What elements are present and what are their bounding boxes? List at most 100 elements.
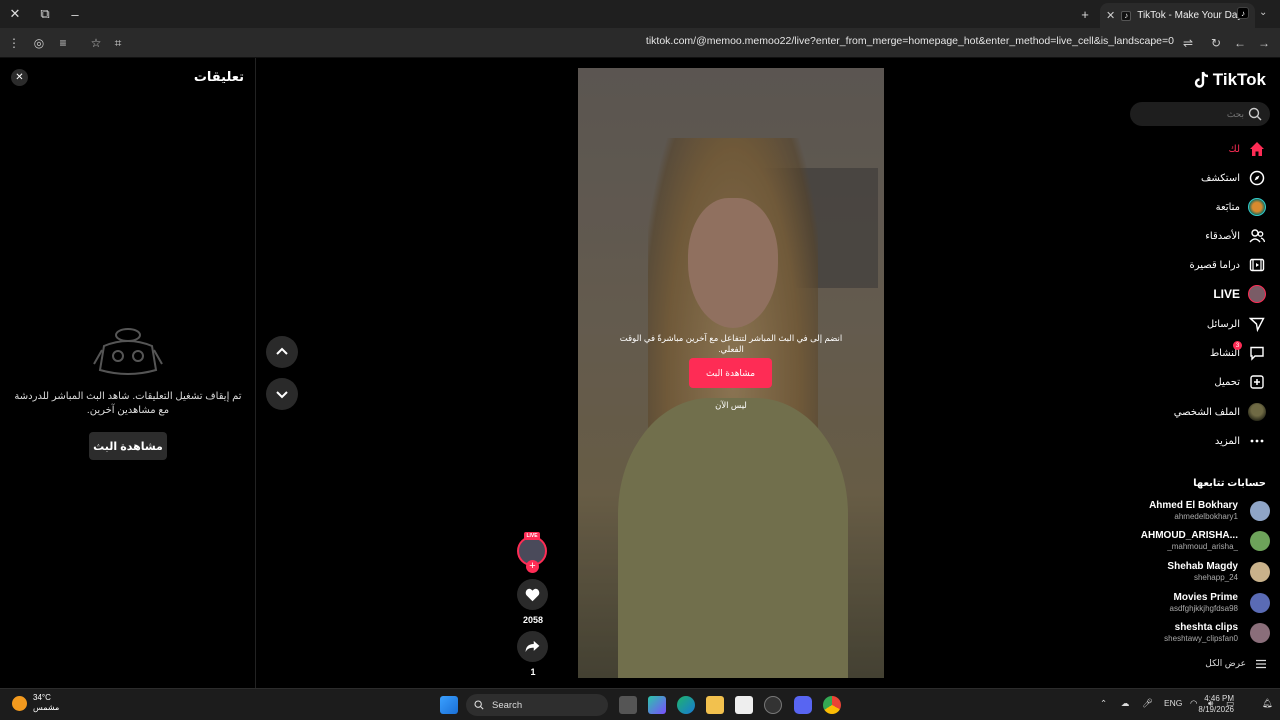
chevron-down-icon [276,391,288,399]
account-avatar [1250,501,1270,521]
like-button[interactable] [517,579,548,610]
messages-icon [1248,315,1266,333]
app-icon[interactable] [764,696,782,714]
account-avatar [1250,623,1270,643]
account-handle: asdfghjkkjhgfdsa98 [1169,604,1239,613]
share-button[interactable] [517,631,548,662]
nav-short-drama[interactable]: دراما قصيرة [1190,255,1266,275]
previous-video-button[interactable] [266,336,298,368]
translate-icon[interactable]: ⌗ [110,35,126,51]
nav-profile[interactable]: الملف الشخصي [1174,402,1266,422]
nav-live[interactable]: LIVE [1213,284,1266,304]
new-tab-icon[interactable]: + [1076,5,1094,23]
following-account[interactable]: AHMOUD_ARISHA... _mahmoud_arisha_ [1125,528,1270,556]
tiktok-logo[interactable]: TikTok [1194,70,1266,90]
nav-messages[interactable]: الرسائل [1207,314,1266,334]
see-all-link[interactable]: عرض الكل [1205,658,1266,669]
back-icon[interactable]: → [1256,35,1272,51]
close-window-icon[interactable]: ✕ [6,5,24,23]
activity-icon [1248,344,1266,362]
weather-widget[interactable]: 34°C مشمس [12,693,59,713]
nav-friends[interactable]: الأصدقاء [1205,226,1266,246]
share-count: 1 [530,667,536,677]
nav-label: تحميل [1214,376,1240,388]
nav-label: دراما قصيرة [1189,259,1240,271]
tab-search-chevron-icon[interactable]: ⌄ [1259,7,1267,18]
following-account[interactable]: Ahmed El Bokhary ahmedelbokhary1 [1125,498,1270,526]
nav-label: لك [1228,143,1240,155]
discord-icon[interactable] [794,696,812,714]
minimize-window-icon[interactable]: – [66,5,84,23]
live-icon [1248,285,1266,303]
file-explorer-icon[interactable] [706,696,724,714]
more-icon [1248,432,1266,450]
compass-icon [1248,169,1266,187]
following-account[interactable]: Shehab Magdy shehapp_24 [1125,559,1270,587]
watch-live-button[interactable]: مشاهدة البث [89,432,167,460]
tray-chevron-icon[interactable]: ⌃ [1100,698,1107,709]
search-icon[interactable] [1248,107,1262,121]
browser-tab[interactable]: ✕ ♪ TikTok - Make Your Day [1100,3,1255,28]
account-handle: sheshtawy_clipsfan0 [1164,634,1238,643]
url-text[interactable]: tiktok.com/@memoo.memoo22/live?enter_fro… [646,35,1174,47]
list-icon [1256,659,1266,668]
bookmark-star-icon[interactable]: ☆ [88,35,104,51]
menu-dots-icon[interactable]: ⋮ [6,35,22,51]
wifi-icon[interactable]: ◠ [1190,698,1197,709]
address-bar: ⋮ ◎ ≡ ☆ ⌗ tiktok.com/@memoo.memoo22/live… [0,28,1280,58]
nav-following[interactable]: متابَعة [1216,197,1266,217]
tiktok-favicon-icon: ♪ [1121,10,1132,21]
clock-date: 8/19/2026 [1198,705,1234,714]
forward-icon[interactable]: ← [1232,35,1248,51]
taskbar-clock[interactable]: 4:46 PM 8/19/2026 [1198,693,1234,715]
video-watch-live-button[interactable]: مشاهدة البث [689,358,772,388]
restore-window-icon[interactable]: ⧉ [36,5,54,23]
microphone-icon[interactable]: 🎤︎ [1142,698,1153,709]
account-handle: shehapp_24 [1193,573,1238,582]
profile-icon [1248,403,1266,421]
live-video-player[interactable]: انضم إلى في البث المباشر لتتفاعل مع آخري… [578,68,884,678]
next-video-button[interactable] [266,378,298,410]
weather-condition: مشمس [33,703,60,712]
nav-upload[interactable]: تحميل [1214,372,1266,392]
not-now-link[interactable]: ليس الآن [578,400,884,411]
cloud-icon[interactable]: ☁ [1121,698,1130,709]
heart-icon [525,588,540,601]
nav-label: LIVE [1213,287,1240,301]
taskbar-search[interactable]: Search [466,694,608,716]
copilot-icon[interactable] [648,696,666,714]
live-badge: LIVE [524,532,540,540]
profile-icon[interactable]: ◎ [31,35,47,51]
windows-start-icon[interactable] [440,696,458,714]
close-comments-button[interactable]: ✕ [11,69,28,86]
site-settings-icon[interactable]: ⇌ [1180,35,1196,51]
follow-plus-button[interactable]: + [526,560,539,573]
account-avatar [1250,562,1270,582]
reading-list-icon[interactable]: ≡ [55,35,71,51]
share-arrow-icon [525,640,540,653]
right-sidebar: TikTok لك استكشف متابَعة الأصدقاء دراما … [1125,58,1280,688]
comments-title: تعليقات [193,69,244,84]
nav-label: الرسائل [1206,318,1240,330]
notification-bell-icon[interactable]: 🔔︎ [1262,698,1273,709]
browser-tab-bar: ✕ ⧉ – + ✕ ♪ TikTok - Make Your Day ♪ ⌄ [0,0,1280,28]
nav-for-you[interactable]: لك [1229,139,1266,159]
nav-more[interactable]: المزيد [1215,431,1266,451]
close-tab-icon[interactable]: ✕ [1106,9,1115,22]
search-box[interactable] [1130,102,1270,126]
store-icon[interactable] [735,696,753,714]
nav-activity[interactable]: النشاط 3 [1210,341,1266,363]
chrome-icon[interactable] [823,696,841,714]
edge-icon[interactable] [677,696,695,714]
reload-icon[interactable]: ↻ [1208,35,1224,51]
following-account[interactable]: Movies Prime asdfghjkkjhgfdsa98 [1125,590,1270,618]
temperature: 34°C [33,693,51,702]
search-input[interactable] [1138,106,1244,122]
task-view-icon[interactable] [619,696,637,714]
nav-explore[interactable]: استكشف [1201,168,1266,188]
language-indicator[interactable]: ENG [1164,698,1182,708]
account-name: Shehab Magdy [1167,561,1238,572]
following-account[interactable]: sheshta clips sheshtawy_clipsfan0 [1125,620,1270,648]
tiktok-app-icon[interactable]: ♪ [1237,7,1249,19]
nav-label: متابَعة [1215,201,1240,213]
